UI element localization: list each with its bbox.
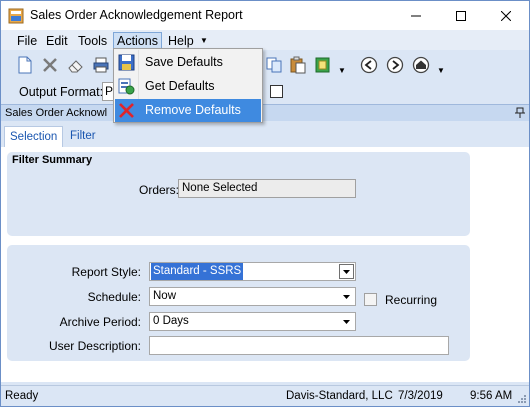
back-icon[interactable] (360, 56, 378, 74)
minimize-button[interactable] (393, 1, 438, 30)
menu-bar: File Edit Tools Actions Help ▼ (1, 30, 529, 50)
orders-field: None Selected (178, 179, 356, 198)
remove-defaults-label: Remove Defaults (145, 103, 241, 117)
report-window: Sales Order Acknowledgement Report File … (0, 0, 530, 407)
resize-grip-icon[interactable] (516, 393, 526, 403)
help-caret-icon: ▼ (200, 36, 208, 45)
menu-item-save-defaults[interactable]: Save Defaults (115, 51, 261, 74)
minimize-icon (410, 15, 421, 16)
title-bar: Sales Order Acknowledgement Report (1, 1, 529, 30)
remove-defaults-icon (119, 103, 134, 118)
window-title: Sales Order Acknowledgement Report (30, 8, 243, 22)
status-company: Davis-Standard, LLC (286, 390, 393, 402)
output-option-checkbox[interactable] (270, 85, 283, 98)
archive-period-select[interactable]: 0 Days (149, 312, 356, 331)
recurring-label: Recurring (385, 293, 438, 307)
delete-icon[interactable] (41, 56, 59, 74)
status-state: Ready (5, 390, 39, 402)
eraser-icon[interactable] (67, 56, 85, 74)
copy-icon[interactable] (265, 56, 283, 74)
panel-title: Sales Order Acknowl (5, 107, 108, 119)
orders-label: Orders: (138, 183, 179, 197)
status-bar: Ready Davis-Standard, LLC 7/3/2019 9:56 … (1, 385, 529, 406)
menu-item-remove-defaults[interactable]: Remove Defaults (115, 99, 261, 122)
tab-selection[interactable]: Selection (4, 126, 64, 147)
report-options-group: Report Style: Standard - SSRS Schedule: … (7, 245, 470, 361)
menu-item-get-defaults[interactable]: Get Defaults (115, 75, 261, 98)
chevron-down-icon[interactable] (339, 264, 354, 279)
menu-edit[interactable]: Edit (43, 32, 71, 50)
tab-strip: Selection Filter (1, 121, 529, 147)
export-icon[interactable] (314, 56, 332, 74)
home-icon[interactable] (412, 56, 430, 74)
schedule-value: Now (153, 290, 177, 302)
schedule-label: Schedule: (87, 290, 141, 304)
paste-icon[interactable] (289, 56, 307, 74)
chevron-down-icon[interactable] (339, 289, 354, 304)
report-style-select[interactable]: Standard - SSRS (149, 262, 356, 281)
report-style-value: Standard - SSRS (151, 263, 244, 280)
new-icon[interactable] (16, 56, 34, 74)
chevron-down-icon[interactable] (339, 314, 354, 329)
output-format-label: Output Format: (19, 85, 104, 99)
menu-tools[interactable]: Tools (75, 32, 110, 50)
status-time: 9:56 AM (470, 390, 513, 402)
home-caret-icon[interactable]: ▼ (437, 66, 445, 75)
output-format-row: Output Format: P (1, 80, 529, 104)
menu-file[interactable]: File (14, 32, 40, 50)
close-button[interactable] (483, 1, 528, 30)
close-icon (500, 10, 511, 21)
export-caret-icon[interactable]: ▼ (338, 66, 346, 75)
panel-title-bar: Sales Order Acknowl (1, 104, 529, 121)
print-icon[interactable] (92, 56, 110, 74)
filter-summary-title: Filter Summary (12, 154, 93, 166)
get-defaults-icon (118, 78, 135, 95)
toolbar: ▼ ▼ (1, 50, 529, 80)
user-description-label: User Description: (48, 339, 141, 353)
tab-filter[interactable]: Filter (65, 126, 101, 147)
status-date: 7/3/2019 (398, 390, 443, 402)
save-defaults-icon (118, 54, 135, 71)
selection-content: Filter Summary Orders: None Selected Rep… (1, 147, 529, 382)
report-style-label: Report Style: (71, 265, 141, 279)
save-defaults-label: Save Defaults (145, 55, 223, 69)
pin-icon[interactable] (515, 107, 525, 119)
get-defaults-label: Get Defaults (145, 79, 215, 93)
user-description-input[interactable] (149, 336, 449, 355)
archive-period-label: Archive Period: (59, 315, 141, 329)
recurring-checkbox[interactable] (364, 293, 377, 306)
maximize-button[interactable] (438, 1, 483, 30)
actions-menu: Save Defaults Get Defaults Remove Defaul… (113, 48, 263, 123)
forward-icon[interactable] (386, 56, 404, 74)
maximize-icon (455, 10, 466, 21)
app-icon (8, 8, 24, 24)
schedule-select[interactable]: Now (149, 287, 356, 306)
filter-summary-group: Filter Summary Orders: None Selected (7, 152, 470, 236)
archive-period-value: 0 Days (153, 315, 189, 327)
